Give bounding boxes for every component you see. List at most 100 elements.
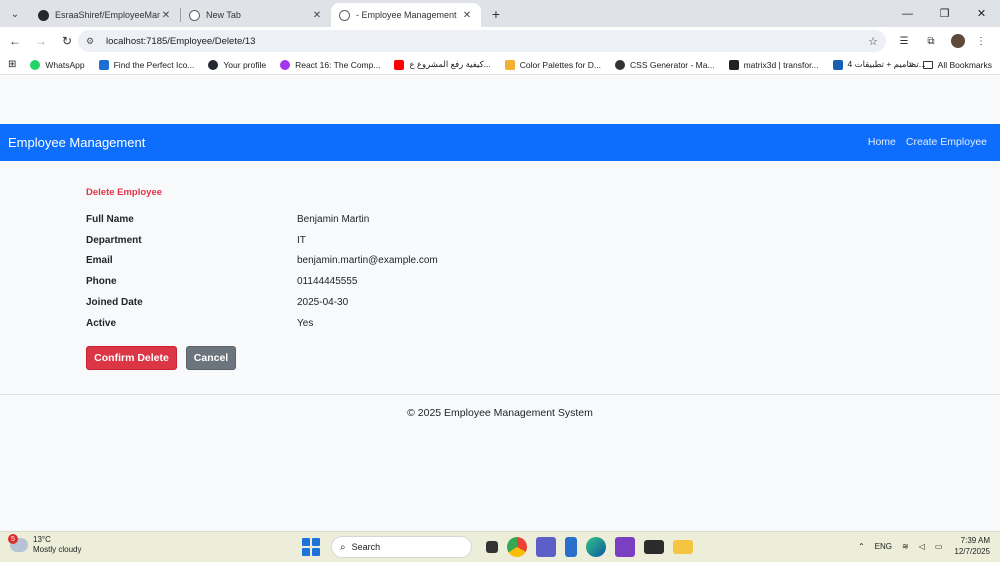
bookmark-label: Your profile: [223, 59, 267, 70]
udemy-icon: [280, 59, 291, 70]
forward-icon[interactable]: →: [30, 30, 52, 52]
search-icon: ⌕: [340, 541, 346, 553]
nav-link-home[interactable]: Home: [868, 136, 896, 148]
chevron-up-icon[interactable]: ⌃: [858, 542, 865, 551]
bookmark-item[interactable]: Find the Perfect Ico...: [98, 59, 195, 70]
task-view-icon[interactable]: [486, 541, 498, 553]
nav-links: Home Create Employee: [858, 136, 987, 148]
taskbar: 5 13°C Mostly cloudy ⌕ Search ⌃ ENG ≋ ◁ …: [0, 531, 1000, 562]
detail-value: 01144445555: [297, 276, 358, 288]
teams-icon[interactable]: [536, 537, 556, 557]
detail-value: benjamin.martin@example.com: [297, 255, 438, 267]
all-bookmarks[interactable]: All Bookmarks: [922, 59, 992, 70]
bookmark-item[interactable]: matrix3d | transfor...: [728, 59, 819, 70]
restore-icon[interactable]: ❐: [926, 0, 963, 27]
taskbar-apps: ⌕ Search: [302, 536, 693, 558]
windows-start-icon[interactable]: [302, 538, 320, 556]
bookmark-label: matrix3d | transfor...: [743, 59, 819, 70]
icons-site-icon: [98, 59, 109, 70]
bookmark-label: 4 تصاميم + تطبيقات...: [847, 59, 926, 69]
detail-row: Joined Date 2025-04-30: [86, 292, 686, 313]
file-explorer-icon[interactable]: [673, 540, 693, 554]
apps-grid-icon[interactable]: ⊞: [8, 59, 16, 70]
tab-close-icon[interactable]: ✕: [311, 10, 323, 21]
cloud-icon: 5: [8, 534, 28, 552]
language-indicator[interactable]: ENG: [875, 542, 892, 551]
tab-github[interactable]: EsraaShiref/EmployeeManagem ✕: [30, 3, 180, 27]
reload-icon[interactable]: ↻: [56, 30, 78, 52]
bookmark-label: React 16: The Comp...: [295, 59, 381, 70]
extensions-icon[interactable]: ⧉: [920, 30, 942, 52]
detail-label: Email: [86, 255, 113, 267]
bookmark-star-icon[interactable]: ☆: [868, 35, 878, 48]
wifi-icon[interactable]: ≋: [902, 542, 909, 551]
bookmark-item[interactable]: CSS Generator - Ma...: [615, 59, 715, 70]
sql-server-icon[interactable]: [565, 537, 577, 557]
more-bookmarks-icon[interactable]: »: [908, 59, 914, 70]
minimize-icon[interactable]: —: [889, 0, 926, 27]
tab-list-icon[interactable]: ☰: [893, 30, 915, 52]
url-text[interactable]: localhost:7185/Employee/Delete/13: [106, 36, 868, 47]
volume-icon[interactable]: ◁: [919, 542, 925, 551]
taskbar-search[interactable]: ⌕ Search: [331, 536, 472, 558]
footer-divider: [0, 394, 1000, 395]
browser-toolbar: ← → ↻ ⚙ localhost:7185/Employee/Delete/1…: [0, 27, 1000, 55]
bookmark-label: كيفية رفع المشروع ع...: [409, 59, 491, 69]
visual-studio-icon[interactable]: [615, 537, 635, 557]
weather-widget[interactable]: 5 13°C Mostly cloudy: [8, 534, 82, 555]
bookmark-item[interactable]: كيفية رفع المشروع ع...: [394, 59, 491, 70]
bookmark-item[interactable]: React 16: The Comp...: [280, 59, 381, 70]
navbar-brand[interactable]: Employee Management: [8, 135, 145, 150]
avatar[interactable]: [951, 34, 965, 48]
menu-kebab-icon[interactable]: ⋮: [970, 30, 992, 52]
github-icon: [208, 59, 219, 70]
bookmark-label: CSS Generator - Ma...: [630, 59, 715, 70]
nav-link-create-employee[interactable]: Create Employee: [906, 136, 987, 148]
confirm-delete-button[interactable]: Confirm Delete: [86, 345, 177, 370]
bookmark-label: Find the Perfect Ico...: [113, 59, 195, 70]
edge-icon[interactable]: [586, 537, 606, 557]
tab-employee-management[interactable]: - Employee Management ✕: [331, 3, 481, 27]
detail-row: Phone 01144445555: [86, 271, 686, 292]
whatsapp-icon: [30, 59, 41, 70]
detail-label: Joined Date: [86, 297, 143, 309]
window-controls: — ❐ ✕: [889, 0, 1000, 27]
bookmark-item[interactable]: Color Palettes for D...: [504, 59, 601, 70]
youtube-icon: [394, 59, 405, 70]
tab-new-tab[interactable]: New Tab ✕: [181, 3, 331, 27]
battery-icon[interactable]: ▭: [935, 542, 943, 551]
chrome-icon[interactable]: [507, 537, 527, 557]
mdn-icon: [728, 59, 739, 70]
elzero-icon: [832, 59, 843, 70]
site-info-icon[interactable]: ⚙: [86, 36, 98, 47]
bookmark-item[interactable]: WhatsApp: [30, 59, 85, 70]
system-tray: ⌃ ENG ≋ ◁ ▭ 7:39 AM 12/7/2025: [848, 535, 990, 557]
page-viewport: Employee Management Home Create Employee…: [0, 76, 1000, 531]
new-tab-button[interactable]: +: [485, 3, 507, 25]
back-icon[interactable]: ←: [4, 30, 26, 52]
search-label: Search: [351, 542, 381, 552]
terminal-icon[interactable]: [644, 540, 664, 554]
detail-row: Active Yes: [86, 313, 686, 334]
tab-close-icon[interactable]: ✕: [461, 10, 473, 21]
bookmark-item[interactable]: Your profile: [208, 59, 267, 70]
clock[interactable]: 7:39 AM 12/7/2025: [954, 535, 990, 557]
css-generator-icon: [615, 59, 626, 70]
cancel-button[interactable]: Cancel: [186, 345, 236, 370]
all-bookmarks-label: All Bookmarks: [937, 59, 992, 70]
weather-condition: Mostly cloudy: [33, 545, 82, 554]
tab-close-icon[interactable]: ✕: [160, 10, 172, 21]
folder-icon: [922, 60, 933, 69]
detail-value: Benjamin Martin: [297, 213, 370, 225]
detail-label: Full Name: [86, 213, 134, 225]
tab-search-chevron-icon[interactable]: ⌄: [4, 3, 26, 25]
close-window-icon[interactable]: ✕: [963, 0, 1000, 27]
navbar: Employee Management Home Create Employee: [0, 124, 1000, 161]
page-title: Delete Employee: [86, 187, 163, 198]
detail-label: Department: [86, 234, 142, 246]
delete-employee-panel: Delete Employee Full Name Benjamin Marti…: [86, 187, 686, 370]
date: 12/7/2025: [954, 547, 990, 556]
globe-icon: [339, 9, 350, 21]
detail-value: Yes: [297, 317, 314, 329]
address-bar[interactable]: ⚙ localhost:7185/Employee/Delete/13 ☆: [78, 30, 886, 52]
